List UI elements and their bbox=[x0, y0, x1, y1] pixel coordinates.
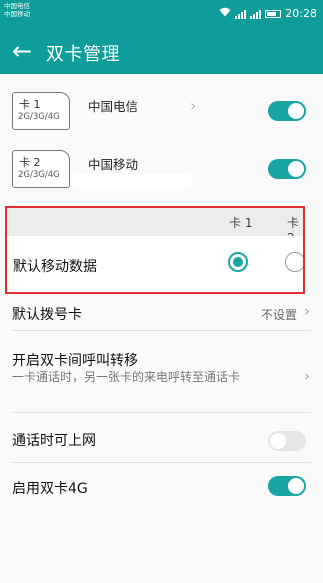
chevron-right-icon: › bbox=[190, 96, 197, 115]
sim-2-toggle[interactable] bbox=[268, 159, 306, 179]
sim-card-1-row[interactable]: 卡 1 2G/3G/4G 中国电信 › bbox=[0, 82, 323, 140]
wifi-icon bbox=[219, 7, 231, 20]
highlight-box bbox=[5, 206, 305, 294]
sim-carrier-name: 中国移动 bbox=[88, 157, 139, 172]
arrow-left-icon[interactable]: ← bbox=[8, 38, 36, 66]
sim-network-type: 2G/3G/4G bbox=[18, 112, 60, 122]
call-forward-title: 开启双卡间呼叫转移 bbox=[12, 353, 138, 369]
redacted-number bbox=[72, 174, 192, 188]
call-forward-description: 一卡通话时，另一张卡的来电呼转至通话卡 bbox=[12, 370, 241, 384]
signal-icon-2 bbox=[250, 9, 262, 19]
chevron-right-icon: › bbox=[304, 302, 310, 320]
app-bar: ← 双卡管理 bbox=[0, 30, 323, 74]
sim-number: 卡 2 bbox=[19, 156, 41, 169]
dual-4g-toggle[interactable] bbox=[268, 476, 306, 496]
carrier-2-label: 中国移动 bbox=[4, 10, 30, 18]
divider bbox=[12, 412, 311, 413]
chevron-right-icon: › bbox=[304, 367, 310, 385]
sim-card-2-row[interactable]: 卡 2 2G/3G/4G 中国移动 bbox=[0, 140, 323, 198]
carrier-info: 中国电信 中国移动 bbox=[4, 2, 30, 18]
sim-card-icon: 卡 1 2G/3G/4G bbox=[12, 92, 70, 130]
default-dial-value: 不设置 bbox=[260, 308, 297, 322]
sim-1-toggle[interactable] bbox=[268, 101, 306, 121]
status-icons: 20:28 bbox=[219, 7, 317, 20]
dual-sim-settings: 卡 1 2G/3G/4G 中国电信 › 卡 2 2G/3G/4G 中国移动 卡 … bbox=[0, 74, 323, 583]
dual-4g-label: 启用双卡4G bbox=[12, 481, 88, 497]
online-during-call-toggle[interactable] bbox=[268, 431, 306, 451]
signal-icon-1 bbox=[235, 9, 247, 19]
sim-number: 卡 1 bbox=[19, 98, 41, 111]
carrier-1-label: 中国电信 bbox=[4, 2, 30, 10]
online-during-call-label: 通话时可上网 bbox=[12, 433, 96, 449]
divider bbox=[12, 462, 311, 463]
default-dial-label: 默认拨号卡 bbox=[12, 307, 82, 323]
status-bar: 中国电信 中国移动 20:28 bbox=[0, 0, 323, 30]
clock: 20:28 bbox=[285, 7, 317, 20]
page-title: 双卡管理 bbox=[46, 44, 120, 65]
battery-icon bbox=[265, 9, 282, 18]
sim-carrier-name: 中国电信 bbox=[88, 99, 139, 114]
sim-card-icon: 卡 2 2G/3G/4G bbox=[12, 150, 70, 188]
sim-network-type: 2G/3G/4G bbox=[18, 170, 60, 180]
divider bbox=[12, 330, 311, 331]
